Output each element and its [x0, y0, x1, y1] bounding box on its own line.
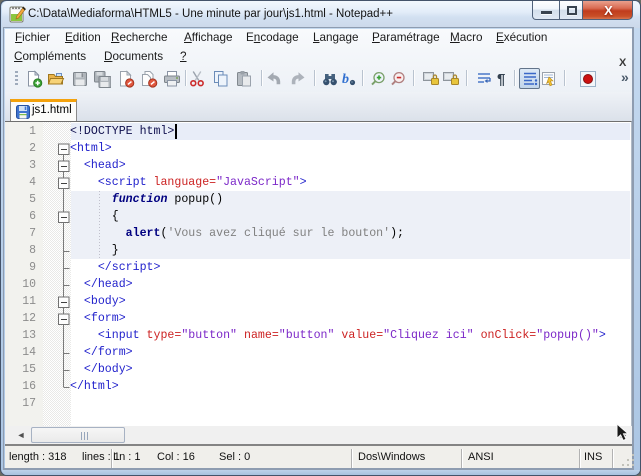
svg-text:b: b [342, 72, 349, 87]
svg-text:¶: ¶ [497, 71, 505, 88]
